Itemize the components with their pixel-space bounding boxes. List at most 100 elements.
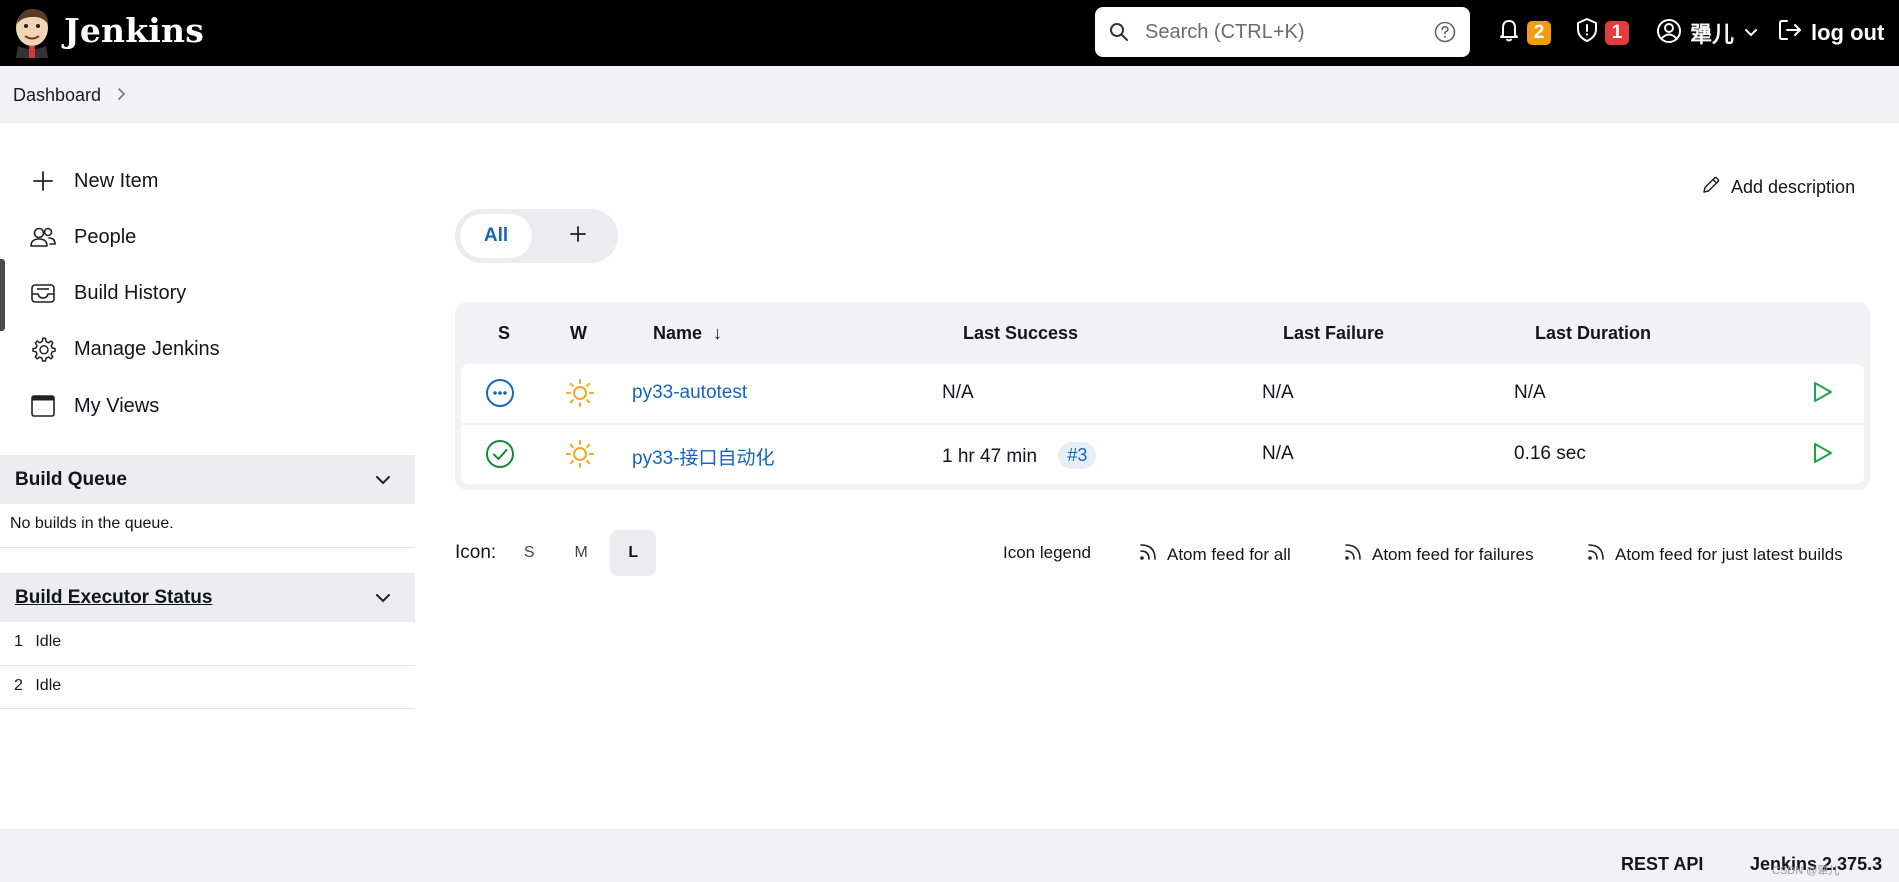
last-failure-cell: N/A: [1262, 382, 1294, 403]
user-icon: [1656, 18, 1682, 49]
search-input[interactable]: [1145, 17, 1415, 47]
last-success-time: 1 hr 47 min: [942, 446, 1038, 467]
chevron-right-icon[interactable]: [117, 85, 127, 106]
build-queue-empty: No builds in the queue.: [0, 504, 415, 548]
search-box[interactable]: [1095, 7, 1470, 57]
bell-icon: [1497, 17, 1521, 48]
search-icon: [1109, 22, 1129, 47]
last-failure-cell: N/A: [1262, 443, 1294, 464]
help-icon[interactable]: [1434, 21, 1456, 48]
shield-icon: [1575, 17, 1599, 48]
tab-all[interactable]: All: [460, 214, 532, 258]
header-name-label: Name: [653, 323, 703, 343]
jobs-table: S W Name ↓ Last Success Last Failure Las…: [455, 302, 1870, 490]
atom-feed-failures-label: Atom feed for failures: [1372, 544, 1534, 564]
executor-status: Idle: [35, 677, 62, 694]
rest-api-link[interactable]: REST API: [1621, 854, 1703, 875]
chevron-down-icon[interactable]: [375, 471, 391, 491]
sidebar-item-label: People: [74, 225, 137, 248]
add-description-label: Add description: [1731, 177, 1856, 197]
table-row: py33-autotest N/A N/A N/A: [461, 364, 1864, 423]
build-queue-empty-text: No builds in the queue.: [10, 515, 174, 532]
header-name[interactable]: Name ↓: [653, 323, 722, 344]
rss-icon: [1344, 543, 1372, 566]
header-last-success[interactable]: Last Success: [963, 323, 1078, 344]
header-weather[interactable]: W: [570, 323, 587, 344]
pencil-icon: [1701, 175, 1731, 200]
build-queue-header[interactable]: Build Queue: [0, 455, 415, 504]
build-number-link[interactable]: #3: [1058, 442, 1097, 469]
notifications-button[interactable]: 2: [1497, 17, 1551, 48]
job-link[interactable]: py33-接口自动化: [632, 448, 775, 469]
executor-row: 2 Idle: [0, 666, 415, 709]
user-name: 犟儿: [1690, 22, 1735, 47]
add-view-button[interactable]: [563, 221, 593, 251]
icon-size-s[interactable]: S: [506, 530, 552, 576]
sidebar-item-new-item[interactable]: New Item: [28, 161, 158, 201]
sidebar-item-label: My Views: [74, 394, 160, 417]
icon-size-selector: Icon: S M L: [455, 530, 657, 576]
last-success-cell: N/A: [942, 382, 974, 403]
breadcrumb-dashboard[interactable]: Dashboard: [13, 85, 101, 106]
sidebar-item-label: New Item: [74, 169, 159, 192]
header-last-failure[interactable]: Last Failure: [1283, 323, 1384, 344]
sidebar-item-my-views[interactable]: My Views: [28, 386, 159, 426]
job-name-cell: py33-接口自动化: [632, 443, 775, 470]
security-badge: 1: [1605, 20, 1629, 45]
user-menu[interactable]: 犟儿: [1656, 17, 1758, 49]
table-row: py33-接口自动化 1 hr 47 min #3 N/A 0.16 sec: [461, 425, 1864, 484]
not-built-icon[interactable]: [485, 378, 515, 408]
icon-size-m[interactable]: M: [558, 530, 604, 576]
sidebar-item-people[interactable]: People: [28, 217, 136, 257]
executor-status-header[interactable]: Build Executor Status: [0, 573, 415, 622]
icon-size-label: Icon:: [455, 542, 497, 563]
logout-icon: [1777, 17, 1803, 48]
play-icon[interactable]: [1807, 378, 1837, 408]
sidebar-item-manage-jenkins[interactable]: Manage Jenkins: [28, 329, 220, 369]
executor-status-title[interactable]: Build Executor Status: [15, 587, 212, 609]
executor-row: 1 Idle: [0, 622, 415, 666]
atom-feed-latest-link[interactable]: Atom feed for just latest builds: [1587, 543, 1843, 566]
breadcrumb: Dashboard: [13, 85, 127, 106]
jenkins-logo-icon[interactable]: [12, 6, 52, 58]
inbox-icon: [28, 278, 58, 308]
sidebar-item-label: Build History: [74, 281, 187, 304]
atom-feed-all-link[interactable]: Atom feed for all: [1139, 543, 1291, 566]
sort-arrow-icon: ↓: [713, 323, 723, 343]
add-description-button[interactable]: Add description: [1701, 175, 1855, 200]
last-duration-cell: N/A: [1514, 382, 1546, 403]
logout-button[interactable]: log out: [1777, 17, 1884, 48]
job-name-cell: py33-autotest: [632, 382, 747, 404]
rss-icon: [1587, 543, 1615, 566]
header-status[interactable]: S: [498, 323, 510, 344]
atom-feed-failures-link[interactable]: Atom feed for failures: [1344, 543, 1534, 566]
sunny-icon[interactable]: [565, 378, 595, 408]
people-icon: [28, 222, 58, 252]
executor-status: Idle: [35, 633, 62, 650]
chevron-down-icon[interactable]: [375, 589, 391, 609]
security-button[interactable]: 1: [1575, 17, 1629, 48]
chevron-down-icon[interactable]: [1744, 23, 1758, 43]
logout-label: log out: [1811, 19, 1885, 45]
play-icon[interactable]: [1807, 439, 1837, 469]
sidebar-item-build-history[interactable]: Build History: [28, 273, 186, 313]
gear-icon: [28, 334, 58, 364]
atom-feed-all-label: Atom feed for all: [1167, 544, 1291, 564]
icon-legend-link[interactable]: Icon legend: [1003, 543, 1091, 563]
header-last-duration[interactable]: Last Duration: [1535, 323, 1651, 344]
last-duration-cell: 0.16 sec: [1514, 443, 1586, 464]
last-success-cell: 1 hr 47 min #3: [942, 442, 1097, 470]
view-tabs: All: [455, 209, 618, 263]
icon-size-l[interactable]: L: [610, 530, 657, 576]
sidebar-item-label: Manage Jenkins: [74, 337, 220, 360]
rss-icon: [1139, 543, 1167, 566]
build-queue-title: Build Queue: [15, 469, 127, 490]
page-footer: REST API Jenkins 2.375.3 CSDN @犟儿: [0, 829, 1899, 882]
active-indicator: [0, 259, 5, 331]
executor-number: 2: [14, 677, 23, 694]
job-link[interactable]: py33-autotest: [632, 382, 747, 403]
sunny-icon[interactable]: [565, 439, 595, 469]
brand-title[interactable]: Jenkins: [64, 11, 204, 50]
success-icon[interactable]: [485, 439, 515, 469]
executor-number: 1: [14, 633, 23, 650]
